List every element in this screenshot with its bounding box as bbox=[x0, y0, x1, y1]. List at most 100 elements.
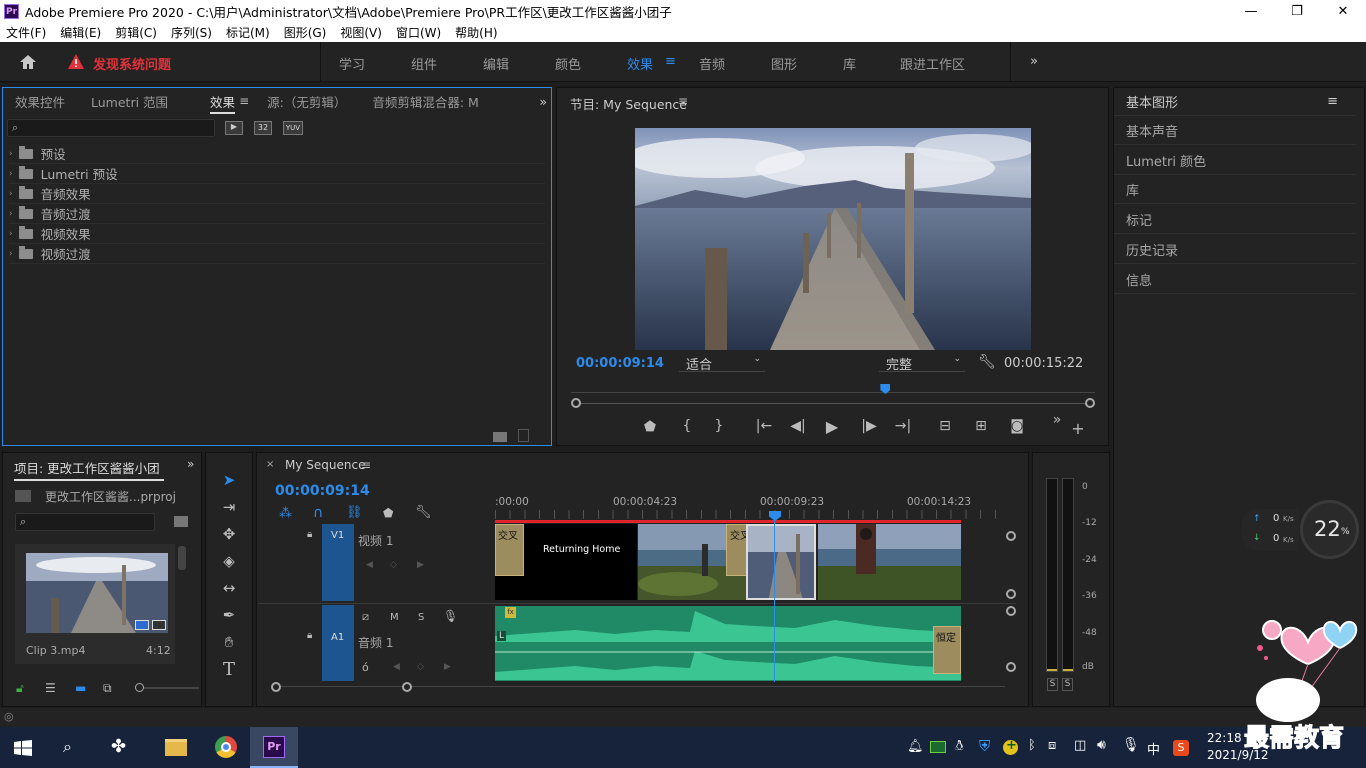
nvidia-icon[interactable] bbox=[930, 741, 946, 753]
video-clip-4[interactable] bbox=[818, 524, 961, 600]
overflow-icon[interactable]: » bbox=[1047, 412, 1067, 428]
nest-sequence-icon[interactable]: ⁂ bbox=[279, 506, 292, 521]
network-icon[interactable]: ◫ bbox=[1074, 738, 1086, 753]
v-zoom-handle[interactable] bbox=[1006, 589, 1016, 599]
track-select-tool-icon[interactable]: ⇥ bbox=[217, 496, 241, 518]
panel-overflow-icon[interactable]: » bbox=[539, 94, 547, 109]
panel-libraries[interactable]: 库 bbox=[1114, 175, 1356, 204]
hand-tool-icon[interactable]: ✋︎ bbox=[217, 631, 241, 653]
maximize-icon[interactable]: ❐ bbox=[1274, 0, 1320, 23]
tab-source[interactable]: 源:（无剪辑） bbox=[249, 92, 358, 111]
next-keyframe-icon[interactable]: ▶ bbox=[417, 560, 424, 570]
plus-app-icon[interactable]: + bbox=[1003, 738, 1018, 755]
go-to-out-icon[interactable]: →| bbox=[893, 418, 913, 434]
ws-tab-color[interactable]: 颜色 bbox=[555, 54, 581, 73]
effect-folder-audio-effects[interactable]: › 音频效果 bbox=[9, 184, 545, 204]
program-menu-icon[interactable]: ≡ bbox=[678, 94, 688, 108]
menu-edit[interactable]: 编辑(E) bbox=[60, 24, 101, 41]
add-marker-icon[interactable]: ⬟ bbox=[640, 419, 660, 435]
sequence-menu-icon[interactable]: ≡ bbox=[361, 458, 371, 472]
mark-in-icon[interactable]: { bbox=[677, 418, 697, 434]
linked-selection-icon[interactable]: ⛓︎ bbox=[346, 505, 363, 520]
panel-history[interactable]: 历史记录 bbox=[1114, 235, 1356, 264]
zoom-slider-thumb[interactable] bbox=[135, 683, 144, 692]
ws-tab-assembly[interactable]: 组件 bbox=[411, 54, 437, 73]
ws-tab-custom[interactable]: 跟进工作区 bbox=[900, 54, 965, 73]
tab-audio-mixer[interactable]: 音频剪辑混合器: M bbox=[358, 92, 478, 111]
ime-indicator[interactable]: 中 bbox=[1147, 739, 1160, 758]
panel-markers[interactable]: 标记 bbox=[1114, 205, 1356, 234]
menu-view[interactable]: 视图(V) bbox=[340, 24, 382, 41]
zoom-handle-left[interactable] bbox=[571, 398, 581, 408]
v-zoom-handle[interactable] bbox=[1006, 531, 1016, 541]
program-current-timecode[interactable]: 00:00:09:14 bbox=[576, 356, 664, 371]
zoom-handle-right[interactable] bbox=[1085, 398, 1095, 408]
v1-target-button[interactable]: V1 bbox=[322, 524, 354, 601]
effect-folder-video-effects[interactable]: › 视频效果 bbox=[9, 224, 545, 244]
h-zoom-handle-right[interactable] bbox=[402, 682, 412, 692]
clip-thumbnail-card[interactable]: Clip 3.mp4 4:12 bbox=[15, 544, 175, 664]
panel-lumetri-color[interactable]: Lumetri 颜色 bbox=[1114, 146, 1356, 175]
menu-file[interactable]: 文件(F) bbox=[6, 24, 46, 41]
trash-icon[interactable] bbox=[518, 429, 529, 442]
clock-time[interactable]: 22:18 bbox=[1207, 731, 1242, 745]
ws-tab-audio[interactable]: 音频 bbox=[699, 54, 725, 73]
project-tab[interactable]: 项目: 更改工作区酱酱小团 bbox=[14, 458, 164, 481]
ws-tab-graphics[interactable]: 图形 bbox=[771, 54, 797, 73]
h-zoom-handle-left[interactable] bbox=[271, 682, 281, 692]
yuv-effects-icon[interactable]: YUV bbox=[283, 121, 303, 135]
tab-effects-menu-icon[interactable]: ≡ bbox=[239, 94, 249, 108]
qq-icon[interactable]: 🐧︎ bbox=[955, 738, 964, 756]
v-zoom-handle[interactable] bbox=[1006, 662, 1016, 672]
system-alert-link[interactable]: 发现系统问题 bbox=[93, 54, 171, 73]
razor-tool-icon[interactable]: ◈ bbox=[217, 550, 241, 572]
prev-keyframe-icon[interactable]: ◀ bbox=[393, 662, 400, 672]
timeline-settings-icon[interactable]: 🔧︎ bbox=[415, 505, 432, 520]
time-ruler[interactable] bbox=[571, 387, 1095, 393]
solo-left-button[interactable]: S bbox=[1047, 678, 1058, 691]
step-back-icon[interactable]: ◀| bbox=[788, 418, 808, 434]
wrench-icon[interactable]: 🔧︎ bbox=[978, 354, 996, 370]
panel-menu-icon[interactable]: ≡ bbox=[1327, 94, 1338, 109]
new-bin-icon[interactable] bbox=[493, 432, 507, 442]
extract-icon[interactable]: ⊞ bbox=[971, 418, 991, 434]
video-clip-3-selected[interactable] bbox=[746, 524, 816, 600]
v1-lock-icon[interactable]: 🔒︎ bbox=[307, 529, 312, 540]
display-icon[interactable]: ⧈ bbox=[1048, 738, 1056, 753]
next-keyframe-icon[interactable]: ▶ bbox=[444, 662, 451, 672]
bluetooth-icon[interactable]: ᛒ bbox=[1028, 738, 1036, 753]
lock-icon[interactable]: 🔓︎ bbox=[16, 681, 24, 696]
ripple-edit-tool-icon[interactable]: ✥ bbox=[217, 523, 241, 545]
search-icon[interactable]: ⌕ bbox=[63, 737, 72, 757]
timeline-ruler-ticks[interactable] bbox=[495, 510, 1000, 519]
effect-folder-presets[interactable]: › 预设 bbox=[9, 144, 545, 164]
audio-clip[interactable]: fx L 恒定 bbox=[495, 606, 961, 681]
pen-tool-icon[interactable]: ✒ bbox=[217, 604, 241, 626]
panel-essential-sound[interactable]: 基本声音 bbox=[1114, 116, 1356, 145]
notification-bell-icon[interactable]: 🔔︎ bbox=[907, 739, 924, 754]
selection-tool-icon[interactable]: ➤ bbox=[217, 469, 241, 491]
tab-effect-controls[interactable]: 效果控件 bbox=[3, 92, 77, 111]
panel-info[interactable]: 信息 bbox=[1114, 265, 1356, 294]
snap-icon[interactable]: ∩ bbox=[313, 505, 323, 521]
ws-tab-effects[interactable]: 效果 bbox=[627, 54, 653, 73]
button-editor-plus-icon[interactable]: + bbox=[1068, 419, 1088, 438]
project-scrollbar[interactable] bbox=[178, 546, 186, 570]
solo-right-button[interactable]: S bbox=[1062, 678, 1073, 691]
quality-dropdown[interactable]: 完整 ⌄ bbox=[879, 354, 965, 373]
list-view-icon[interactable]: ☰ bbox=[45, 681, 56, 695]
effects-search-input[interactable]: ⌕ bbox=[7, 119, 215, 137]
find-bin-icon[interactable] bbox=[174, 516, 188, 527]
export-frame-icon[interactable]: ◙ bbox=[1007, 418, 1027, 434]
ws-tab-learn[interactable]: 学习 bbox=[339, 54, 365, 73]
32bit-effects-icon[interactable]: 32 bbox=[254, 121, 272, 135]
file-explorer-icon[interactable] bbox=[165, 739, 187, 756]
icon-view-icon[interactable]: ▬ bbox=[75, 681, 86, 695]
a1-lock-icon[interactable]: 🔒︎ bbox=[307, 630, 312, 641]
mark-out-icon[interactable]: } bbox=[709, 418, 729, 434]
ws-tab-editing[interactable]: 编辑 bbox=[483, 54, 509, 73]
effect-folder-video-transitions[interactable]: › 视频过渡 bbox=[9, 244, 545, 264]
close-icon[interactable]: ✕ bbox=[1320, 0, 1366, 23]
a1-sync-icon[interactable]: ⧄ bbox=[362, 610, 369, 624]
ws-overflow-icon[interactable]: » bbox=[1030, 54, 1038, 69]
